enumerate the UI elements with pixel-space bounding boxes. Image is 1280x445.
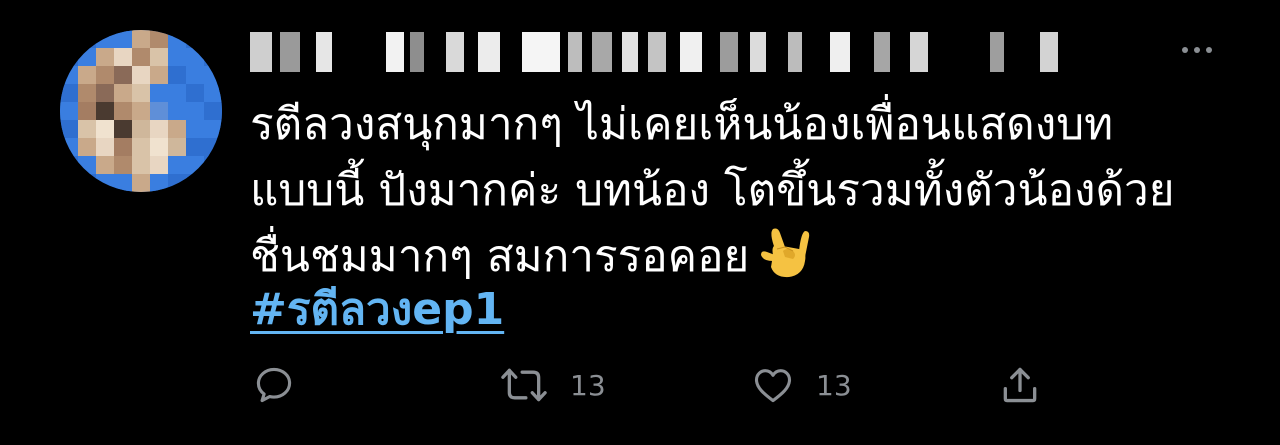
share-button[interactable] xyxy=(998,360,1042,410)
retweet-icon xyxy=(501,368,547,402)
tweet-card: รตีลวงสนุกมากๆ ไม่เคยเห็นน้องเพื่อนแสดงบ… xyxy=(0,0,1280,445)
retweet-count: 13 xyxy=(570,368,606,402)
share-icon xyxy=(1003,367,1037,403)
like-count: 13 xyxy=(816,368,852,402)
author-name-redacted[interactable] xyxy=(250,32,1080,72)
tweet-text: รตีลวงสนุกมากๆ ไม่เคยเห็นน้องเพื่อนแสดงบ… xyxy=(250,92,1230,290)
retweet-button[interactable]: 13 xyxy=(498,360,606,410)
reply-button[interactable] xyxy=(252,360,296,410)
avatar[interactable] xyxy=(60,30,222,192)
tweet-text-line: รตีลวงสนุกมากๆ ไม่เคยเห็นน้องเพื่อนแสดงบ… xyxy=(250,99,1114,150)
love-you-gesture-emoji xyxy=(761,228,810,278)
tweet-text-line: แบบนี้ ปังมากค่ะ บทน้อง โตขึ้นรวมทั้งตัว… xyxy=(250,165,1175,216)
like-button[interactable]: 13 xyxy=(750,360,852,410)
tweet-action-bar: 13 13 xyxy=(250,360,1070,410)
reply-icon xyxy=(256,367,292,403)
heart-icon xyxy=(754,369,792,403)
more-options-icon[interactable] xyxy=(1172,36,1222,64)
hashtag-link[interactable]: #รตีลวงep1 xyxy=(250,280,504,340)
